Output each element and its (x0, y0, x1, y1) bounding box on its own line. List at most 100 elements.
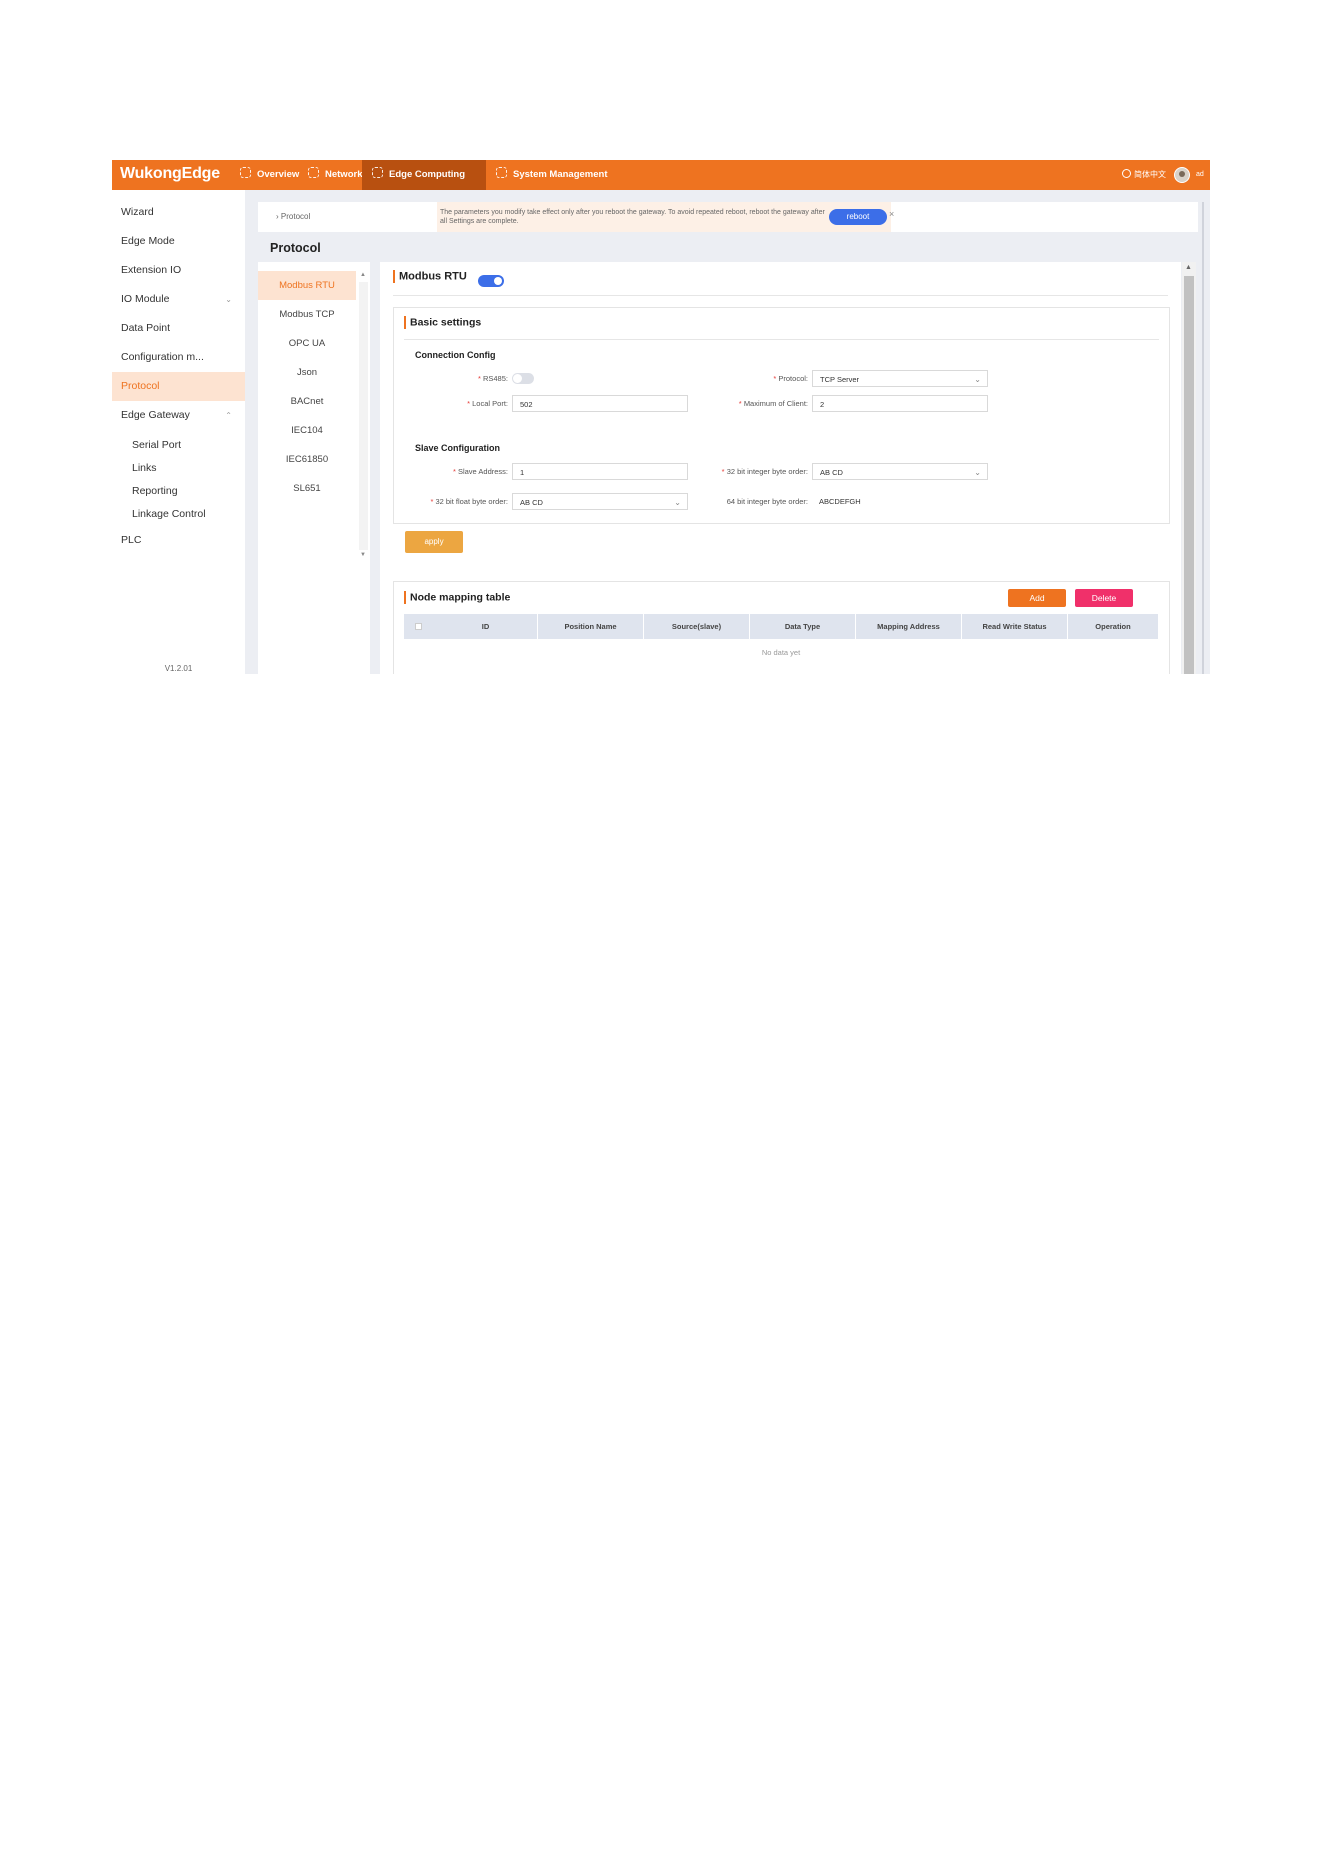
sidebar-item-configuration[interactable]: Configuration m... (112, 343, 245, 372)
local-port-label-text: Local Port: (472, 399, 508, 408)
column-read-write-status[interactable]: Read Write Status (962, 614, 1068, 639)
protocol-item-json[interactable]: Json (258, 358, 356, 387)
page-scroll-gutter (1202, 202, 1204, 674)
protocol-item-iec104[interactable]: IEC104 (258, 416, 356, 445)
table-header: ID Position Name Source(slave) Data Type… (404, 614, 1158, 639)
rs485-label: * RS485: (394, 374, 508, 383)
max-client-label-text: Maximum of Client: (743, 399, 808, 408)
slave-address-label-text: Slave Address: (457, 467, 508, 476)
app-logo[interactable]: WukongEdge (120, 165, 220, 183)
language-label: 简体中文 (1134, 170, 1166, 179)
sidebar-item-wizard[interactable]: Wizard (112, 198, 245, 227)
local-port-label: * Local Port: (394, 399, 508, 408)
version-label: V1.2.01 (164, 664, 193, 673)
int64-order-value: ABCDEFGH (819, 497, 861, 506)
sidebar-item-edge-mode[interactable]: Edge Mode (112, 227, 245, 256)
chevron-down-icon: ⌄ (974, 468, 981, 477)
username[interactable]: ad (1196, 160, 1204, 190)
protocol-enable-toggle[interactable] (478, 275, 504, 287)
float32-order-select[interactable]: AB CD ⌄ (512, 493, 688, 510)
max-client-input[interactable]: 2 (812, 395, 988, 412)
int32-order-label-text: 32 bit integer byte order: (726, 467, 808, 476)
sidebar-subitem-linkage-control[interactable]: Linkage Control (112, 503, 245, 526)
sidebar-subitem-links[interactable]: Links (112, 457, 245, 480)
breadcrumb-bar: › Protocol The parameters you modify tak… (258, 202, 1198, 232)
close-icon[interactable]: × (889, 209, 894, 219)
nav-network-label: Network (325, 169, 363, 180)
sidebar-item-protocol[interactable]: Protocol (112, 372, 245, 401)
column-position-name[interactable]: Position Name (538, 614, 644, 639)
sidebar-item-edge-gateway-label: Edge Gateway (121, 409, 190, 421)
page-title: Protocol (270, 241, 321, 255)
sidebar-item-data-point[interactable]: Data Point (112, 314, 245, 343)
slave-address-input[interactable]: 1 (512, 463, 688, 480)
scroll-up-icon[interactable]: ▲ (360, 272, 366, 278)
int32-order-value: AB CD (820, 468, 843, 477)
scroll-up-icon[interactable]: ▲ (1185, 264, 1192, 271)
title-accent-bar (404, 316, 406, 329)
sidebar-item-edge-gateway[interactable]: Edge Gateway ⌃ (112, 401, 245, 430)
node-mapping-card: Node mapping table Add Delete ID Positio… (393, 581, 1170, 674)
sidebar: Wizard Edge Mode Extension IO IO Module ⌄… (112, 190, 245, 674)
connection-config-title: Connection Config (415, 350, 496, 360)
nav-edge-computing[interactable]: Edge Computing (362, 160, 486, 190)
protocol-select[interactable]: TCP Server ⌄ (812, 370, 988, 387)
globe-icon (1122, 169, 1131, 178)
nav-system-management-label: System Management (513, 169, 608, 180)
protocol-title: Modbus RTU (393, 270, 467, 283)
protocol-item-bacnet[interactable]: BACnet (258, 387, 356, 416)
column-data-type[interactable]: Data Type (750, 614, 856, 639)
protocol-label: * Protocol: (694, 374, 808, 383)
sidebar-item-io-module[interactable]: IO Module ⌄ (112, 285, 245, 314)
title-accent-bar (404, 591, 406, 604)
column-id[interactable]: ID (434, 614, 538, 639)
protocol-list: Modbus RTU Modbus TCP OPC UA Json BACnet… (258, 262, 370, 674)
column-mapping-address[interactable]: Mapping Address (856, 614, 962, 639)
breadcrumb-current: Protocol (280, 212, 311, 221)
delete-button[interactable]: Delete (1075, 589, 1133, 607)
chevron-down-icon: ⌄ (974, 375, 981, 384)
column-operation[interactable]: Operation (1068, 614, 1158, 639)
sidebar-subitem-serial-port[interactable]: Serial Port (112, 434, 245, 457)
nav-edge-computing-label: Edge Computing (389, 169, 465, 180)
protocol-select-value: TCP Server (820, 375, 860, 384)
int32-order-label: * 32 bit integer byte order: (694, 467, 808, 476)
protocol-item-modbus-rtu[interactable]: Modbus RTU (258, 271, 356, 300)
local-port-input[interactable]: 502 (512, 395, 688, 412)
rs485-toggle[interactable] (512, 373, 534, 384)
basic-settings-card: Basic settings Connection Config * RS485… (393, 307, 1170, 553)
protocol-list-scrollbar[interactable] (359, 282, 368, 550)
select-all-checkbox[interactable] (415, 623, 422, 630)
top-bar: WukongEdge Overview Network Edge Computi… (112, 160, 1210, 190)
float32-order-label: * 32 bit float byte order: (394, 497, 508, 506)
language-switch[interactable]: 简体中文 (1122, 160, 1166, 190)
sidebar-item-extension-io[interactable]: Extension IO (112, 256, 245, 285)
int32-order-select[interactable]: AB CD ⌄ (812, 463, 988, 480)
title-accent-bar (393, 270, 395, 283)
protocol-item-sl651[interactable]: SL651 (258, 474, 356, 503)
node-mapping-title: Node mapping table (404, 591, 510, 604)
column-source-slave[interactable]: Source(slave) (644, 614, 750, 639)
chevron-down-icon: ⌄ (674, 498, 681, 507)
float32-order-label-text: 32 bit float byte order: (435, 497, 508, 506)
sidebar-item-plc[interactable]: PLC (112, 526, 245, 555)
system-management-icon (496, 167, 507, 178)
scrollbar-thumb[interactable] (1184, 276, 1194, 674)
nav-system-management[interactable]: System Management (486, 160, 618, 190)
protocol-item-opc-ua[interactable]: OPC UA (258, 329, 356, 358)
apply-button[interactable]: apply (405, 531, 463, 553)
main-scrollbar[interactable]: ▲ (1182, 262, 1196, 674)
float32-order-value: AB CD (520, 498, 543, 507)
protocol-item-modbus-tcp[interactable]: Modbus TCP (258, 300, 356, 329)
divider (393, 295, 1168, 296)
basic-settings-title: Basic settings (404, 316, 481, 329)
protocol-item-iec61850[interactable]: IEC61850 (258, 445, 356, 474)
add-button[interactable]: Add (1008, 589, 1066, 607)
chevron-down-icon: ⌄ (225, 295, 232, 304)
network-icon (308, 167, 319, 178)
avatar[interactable] (1174, 167, 1190, 183)
sidebar-subitem-reporting[interactable]: Reporting (112, 480, 245, 503)
reboot-button[interactable]: reboot (829, 209, 887, 225)
scroll-down-icon[interactable]: ▼ (360, 552, 366, 558)
nav-overview-label: Overview (257, 169, 300, 180)
